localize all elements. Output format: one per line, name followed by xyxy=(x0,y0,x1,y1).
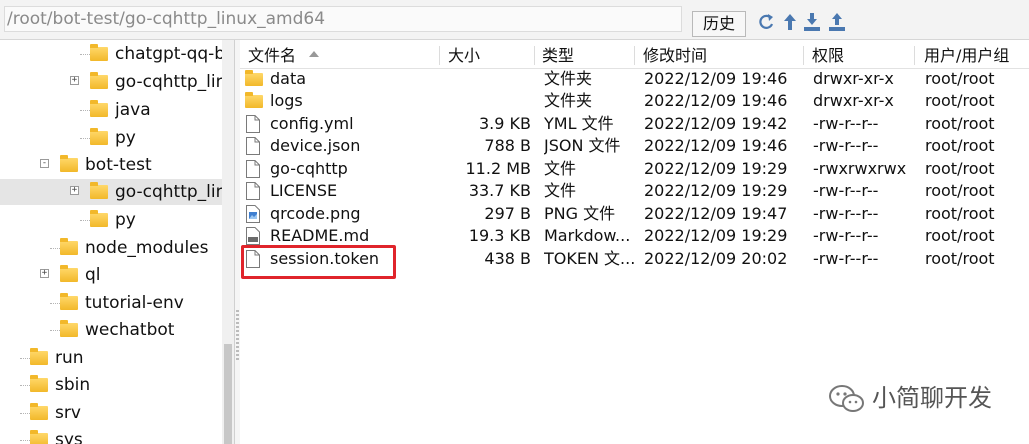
wechat-logo-icon xyxy=(829,385,864,412)
folder-icon xyxy=(60,320,78,337)
tree-item[interactable]: py xyxy=(0,125,222,151)
expand-icon[interactable]: + xyxy=(40,269,49,278)
path-input[interactable]: /root/bot-test/go-cqhttp_linux_amd64 xyxy=(4,6,682,32)
file-row[interactable]: device.json 788 B JSON 文件 2022/12/09 19:… xyxy=(240,135,1029,157)
tree-item[interactable]: - bot-test xyxy=(0,152,222,178)
folder-icon xyxy=(30,403,48,420)
tree-scrollbar[interactable] xyxy=(222,40,234,444)
directory-tree: chatgpt-qq-bo + go-cqhttp_linu java py -… xyxy=(0,40,235,444)
file-row[interactable]: go-cqhttp 11.2 MB 文件 2022/12/09 19:29 -r… xyxy=(240,158,1029,180)
folder-icon xyxy=(30,348,48,365)
upload-icon[interactable] xyxy=(828,12,846,32)
expand-icon[interactable]: + xyxy=(70,76,79,85)
tree-item[interactable]: + ql xyxy=(0,262,222,288)
tree-item[interactable]: sys xyxy=(0,427,222,444)
up-arrow-icon[interactable] xyxy=(781,12,799,32)
folder-icon xyxy=(90,182,108,199)
folder-icon xyxy=(245,92,263,108)
tree-item[interactable]: tutorial-env xyxy=(0,290,222,316)
tree-item[interactable]: py xyxy=(0,207,222,233)
folder-icon xyxy=(30,430,48,444)
scrollbar-thumb[interactable] xyxy=(224,344,232,444)
watermark-text: 小简聊开发 xyxy=(872,384,992,412)
folder-icon xyxy=(90,72,108,89)
tree-item[interactable]: sbin xyxy=(0,372,222,398)
tree-item[interactable]: + go-cqhttp_linu xyxy=(0,69,222,95)
tree-item[interactable]: node_modules xyxy=(0,235,222,261)
file-icon xyxy=(246,160,260,178)
folder-icon xyxy=(90,210,108,227)
tree-item[interactable]: wechatbot xyxy=(0,317,222,343)
folder-icon xyxy=(90,44,108,61)
tree-item[interactable]: srv xyxy=(0,400,222,426)
folder-icon xyxy=(90,128,108,145)
file-row[interactable]: config.yml 3.9 KB YML 文件 2022/12/09 19:4… xyxy=(240,113,1029,135)
folder-icon xyxy=(60,238,78,255)
column-header-modified[interactable]: 修改时间 xyxy=(643,43,707,68)
column-header-name[interactable]: 文件名 xyxy=(248,43,296,68)
column-header-size[interactable]: 大小 xyxy=(448,43,480,68)
splitter-grip xyxy=(236,310,239,360)
tree-item[interactable]: run xyxy=(0,345,222,371)
file-icon xyxy=(246,182,260,200)
tree-item[interactable]: java xyxy=(0,97,222,123)
download-icon[interactable] xyxy=(803,12,821,32)
column-header-permissions[interactable]: 权限 xyxy=(812,43,844,68)
expand-icon[interactable]: + xyxy=(70,186,79,195)
path-bar: /root/bot-test/go-cqhttp_linux_amd64 历史 xyxy=(0,0,1029,40)
file-row[interactable]: LICENSE 33.7 KB 文件 2022/12/09 19:29 -rw-… xyxy=(240,180,1029,202)
folder-icon xyxy=(60,293,78,310)
image-file-icon xyxy=(246,205,260,223)
history-button[interactable]: 历史 xyxy=(692,11,746,37)
tree-item[interactable]: chatgpt-qq-bo xyxy=(0,41,222,67)
highlight-box xyxy=(241,245,396,279)
file-row[interactable]: data 文件夹 2022/12/09 19:46 drwxr-xr-x roo… xyxy=(240,68,1029,90)
file-row[interactable]: README.md 19.3 KB Markdow... 2022/12/09 … xyxy=(240,225,1029,247)
folder-icon xyxy=(245,70,263,86)
collapse-icon[interactable]: - xyxy=(40,159,49,168)
tree-item-selected[interactable]: + go-cqhttp_linu xyxy=(0,179,222,205)
column-header-type[interactable]: 类型 xyxy=(542,43,574,68)
folder-icon xyxy=(60,155,78,172)
refresh-icon[interactable] xyxy=(757,12,775,32)
folder-icon xyxy=(60,265,78,282)
file-list-header: 文件名 大小 类型 修改时间 权限 用户/用户组 xyxy=(240,43,1029,69)
file-row[interactable]: logs 文件夹 2022/12/09 19:46 drwxr-xr-x roo… xyxy=(240,90,1029,112)
file-row[interactable]: qrcode.png 297 B PNG 文件 2022/12/09 19:47… xyxy=(240,203,1029,225)
markdown-file-icon xyxy=(246,227,260,245)
column-header-owner[interactable]: 用户/用户组 xyxy=(924,43,1009,68)
file-icon xyxy=(246,137,260,155)
folder-icon xyxy=(30,375,48,392)
folder-icon xyxy=(90,100,108,117)
file-icon xyxy=(246,115,260,133)
sort-ascending-icon xyxy=(309,51,319,57)
